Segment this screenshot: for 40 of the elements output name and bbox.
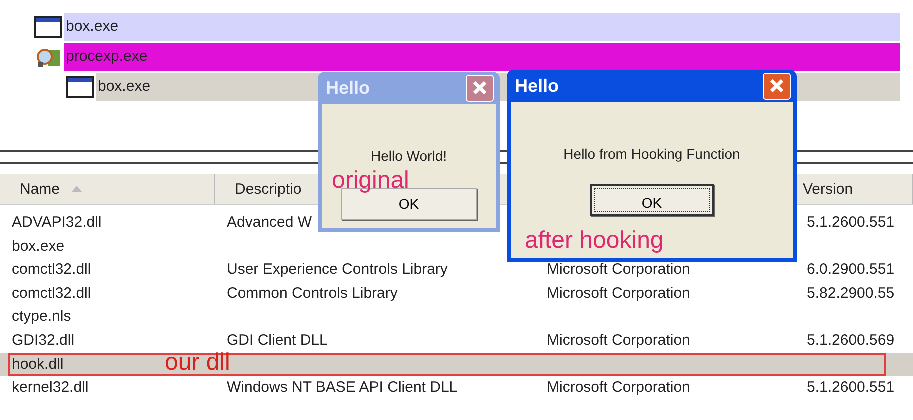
table-cell: 5.1.2600.551 [807, 379, 895, 396]
column-header[interactable]: Name [0, 174, 215, 204]
table-cell: Microsoft Corporation [547, 332, 690, 349]
table-cell: comctl32.dll [12, 261, 92, 278]
close-icon [471, 79, 489, 97]
table-cell: ctype.nls [12, 308, 72, 326]
annotation-text: our dll [165, 348, 230, 377]
table-cell: box.exe [12, 238, 65, 255]
table-cell: 5.82.2900.55 [807, 284, 895, 302]
table-cell: 5.1.2600.569 [807, 332, 895, 349]
table-cell: GDI Client DLL [227, 332, 328, 349]
table-cell: Advanced W [227, 214, 312, 231]
dialog-message: Hello from Hooking Function [564, 146, 740, 162]
table-cell: 5.1.2600.551 [807, 214, 895, 231]
table-cell: Microsoft Corporation [547, 379, 690, 396]
process-name[interactable]: procexp.exe [64, 43, 900, 71]
magnifier-icon [34, 46, 62, 68]
table-cell: Microsoft Corporation [547, 261, 690, 278]
table-cell: Common Controls Library [227, 284, 398, 302]
close-button[interactable] [763, 72, 791, 100]
close-icon [768, 77, 786, 95]
window-icon [34, 16, 62, 38]
table-cell: GDI32.dll [12, 332, 75, 349]
dialog-message: Hello World! [371, 148, 447, 164]
table-cell: User Experience Controls Library [227, 261, 448, 278]
ok-button[interactable]: OK [590, 184, 714, 216]
annotation-text: after hooking [525, 228, 664, 254]
table-cell: hook.dll [12, 356, 64, 373]
table-cell: comctl32.dll [12, 284, 92, 302]
dialog-title: Hello [326, 78, 370, 98]
table-cell: Windows NT BASE API Client DLL [227, 379, 458, 396]
table-cell: 6.0.2900.551 [807, 261, 895, 278]
table-cell: ADVAPI32.dll [12, 214, 102, 231]
dialog-title: Hello [515, 76, 560, 96]
sort-arrow-icon [72, 186, 82, 192]
window-icon [66, 76, 94, 98]
close-button[interactable] [466, 74, 494, 102]
process-name[interactable]: box.exe [64, 13, 900, 41]
table-cell: Microsoft Corporation [547, 284, 690, 302]
table-cell: kernel32.dll [12, 379, 89, 396]
